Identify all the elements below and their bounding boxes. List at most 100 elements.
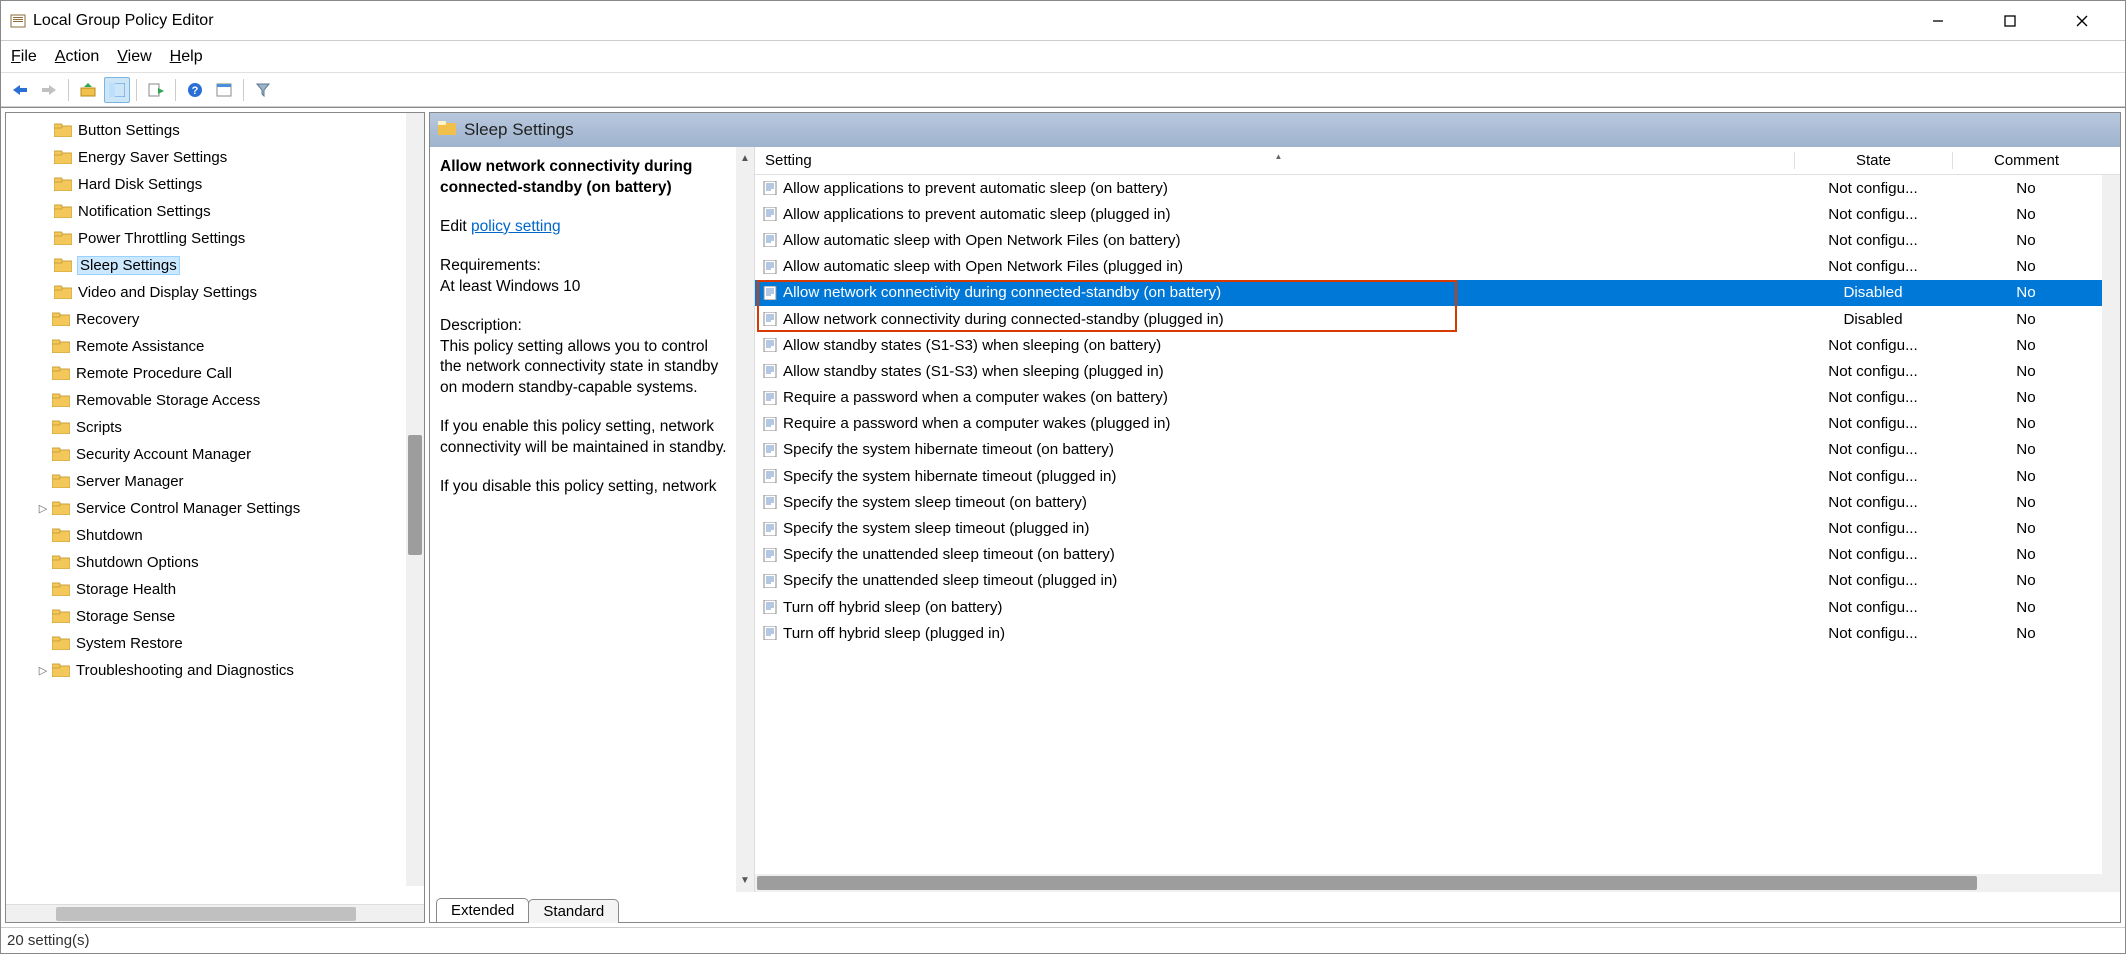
expand-icon[interactable]: ▷: [34, 502, 52, 515]
filter-button[interactable]: [250, 77, 276, 103]
menu-help[interactable]: Help: [170, 48, 203, 66]
policy-state: Not configu...: [1794, 599, 1952, 616]
tree-item[interactable]: Storage Health: [6, 576, 424, 603]
tree-item[interactable]: Notification Settings: [6, 198, 424, 225]
help-button[interactable]: ?: [182, 77, 208, 103]
description-text1: This policy setting allows you to contro…: [440, 337, 728, 400]
tree-item-label: Storage Health: [76, 581, 176, 598]
tree-item-label: Energy Saver Settings: [78, 149, 227, 166]
policy-state: Not configu...: [1794, 363, 1952, 380]
policy-row[interactable]: Turn off hybrid sleep (plugged in)Not co…: [755, 620, 2120, 646]
tree-item[interactable]: Shutdown: [6, 522, 424, 549]
tree-item[interactable]: ▷Troubleshooting and Diagnostics: [6, 657, 424, 684]
properties-button[interactable]: [211, 77, 237, 103]
expand-icon[interactable]: ▷: [34, 664, 52, 677]
policy-row[interactable]: Allow automatic sleep with Open Network …: [755, 227, 2120, 253]
policy-state: Disabled: [1794, 284, 1952, 301]
tree-item-label: Storage Sense: [76, 608, 175, 625]
policy-row[interactable]: Specify the unattended sleep timeout (on…: [755, 542, 2120, 568]
scroll-down-icon[interactable]: ▼: [740, 875, 750, 886]
policy-row[interactable]: Turn off hybrid sleep (on battery)Not co…: [755, 594, 2120, 620]
policy-comment: No: [1952, 546, 2100, 563]
policy-comment: No: [1952, 468, 2100, 485]
tree-item[interactable]: Sleep Settings: [6, 252, 424, 279]
edit-policy-link[interactable]: policy setting: [471, 218, 561, 235]
tree-item[interactable]: Remote Procedure Call: [6, 360, 424, 387]
col-setting[interactable]: Setting▲: [755, 152, 1794, 169]
policy-row[interactable]: Allow network connectivity during connec…: [755, 306, 2120, 332]
tree-item[interactable]: Storage Sense: [6, 603, 424, 630]
policy-comment: No: [1952, 572, 2100, 589]
policy-row[interactable]: Require a password when a computer wakes…: [755, 411, 2120, 437]
policy-state: Not configu...: [1794, 546, 1952, 563]
policy-row[interactable]: Specify the unattended sleep timeout (pl…: [755, 568, 2120, 594]
policy-name: Specify the system sleep timeout (on bat…: [781, 494, 1794, 511]
policy-row[interactable]: Allow standby states (S1-S3) when sleepi…: [755, 358, 2120, 384]
tree-item[interactable]: Power Throttling Settings: [6, 225, 424, 252]
tree-item[interactable]: Hard Disk Settings: [6, 171, 424, 198]
tree-vscrollbar[interactable]: [406, 113, 424, 886]
policy-name: Allow applications to prevent automatic …: [781, 206, 1794, 223]
show-hide-tree-button[interactable]: [104, 77, 130, 103]
list-vscrollbar[interactable]: [2102, 175, 2120, 874]
policy-comment: No: [1952, 599, 2100, 616]
folder-icon: [54, 285, 72, 301]
policy-row[interactable]: Allow network connectivity during connec…: [755, 280, 2120, 306]
list-area: Setting▲ State Comment Allow application…: [754, 147, 2120, 892]
policy-icon: [759, 495, 781, 509]
policy-icon: [759, 391, 781, 405]
tree-item[interactable]: Video and Display Settings: [6, 279, 424, 306]
menu-file[interactable]: File: [11, 48, 37, 66]
policy-name: Specify the system hibernate timeout (pl…: [781, 468, 1794, 485]
policy-row[interactable]: Allow automatic sleep with Open Network …: [755, 254, 2120, 280]
tree-item[interactable]: Server Manager: [6, 468, 424, 495]
policy-row[interactable]: Specify the system hibernate timeout (on…: [755, 437, 2120, 463]
tree-item-label: Removable Storage Access: [76, 392, 260, 409]
folder-icon: [52, 474, 70, 490]
scroll-up-icon[interactable]: ▲: [740, 153, 750, 164]
tree-pane: Button Settings Energy Saver Settings Hard…: [5, 112, 425, 923]
tree-item[interactable]: Button Settings: [6, 117, 424, 144]
app-icon: [9, 12, 27, 30]
tree-item[interactable]: Energy Saver Settings: [6, 144, 424, 171]
tree-item[interactable]: Removable Storage Access: [6, 387, 424, 414]
policy-row[interactable]: Specify the system sleep timeout (on bat…: [755, 489, 2120, 515]
tree-item[interactable]: Security Account Manager: [6, 441, 424, 468]
menu-view[interactable]: View: [117, 48, 151, 66]
tree-item[interactable]: Scripts: [6, 414, 424, 441]
col-state[interactable]: State: [1794, 152, 1952, 169]
policy-state: Not configu...: [1794, 389, 1952, 406]
tree-item[interactable]: ▷Service Control Manager Settings: [6, 495, 424, 522]
policy-name: Allow standby states (S1-S3) when sleepi…: [781, 337, 1794, 354]
back-button[interactable]: [7, 77, 33, 103]
policy-row[interactable]: Specify the system sleep timeout (plugge…: [755, 515, 2120, 541]
minimize-button[interactable]: [1915, 5, 1961, 37]
maximize-button[interactable]: [1987, 5, 2033, 37]
tree-item[interactable]: Shutdown Options: [6, 549, 424, 576]
policy-icon: [759, 548, 781, 562]
forward-button[interactable]: [36, 77, 62, 103]
tree-item[interactable]: Recovery: [6, 306, 424, 333]
policy-row[interactable]: Allow applications to prevent automatic …: [755, 201, 2120, 227]
list-hscrollbar[interactable]: [755, 874, 2120, 892]
up-button[interactable]: [75, 77, 101, 103]
policy-name: Require a password when a computer wakes…: [781, 389, 1794, 406]
close-button[interactable]: [2059, 5, 2105, 37]
export-button[interactable]: [143, 77, 169, 103]
folder-icon: [52, 636, 70, 652]
col-comment[interactable]: Comment: [1952, 152, 2100, 169]
policy-icon: [759, 600, 781, 614]
desc-vscrollbar[interactable]: ▲ ▼: [736, 147, 754, 892]
menu-action[interactable]: Action: [55, 48, 99, 66]
tree-item[interactable]: System Restore: [6, 630, 424, 657]
policy-row[interactable]: Specify the system hibernate timeout (pl…: [755, 463, 2120, 489]
tab-extended[interactable]: Extended: [436, 898, 529, 922]
tree-hscrollbar[interactable]: [6, 904, 424, 922]
policy-row[interactable]: Allow applications to prevent automatic …: [755, 175, 2120, 201]
policy-row[interactable]: Allow standby states (S1-S3) when sleepi…: [755, 332, 2120, 358]
titlebar: Local Group Policy Editor: [1, 1, 2125, 41]
tab-standard[interactable]: Standard: [528, 899, 619, 923]
folder-icon: [54, 204, 72, 220]
policy-row[interactable]: Require a password when a computer wakes…: [755, 385, 2120, 411]
tree-item[interactable]: Remote Assistance: [6, 333, 424, 360]
